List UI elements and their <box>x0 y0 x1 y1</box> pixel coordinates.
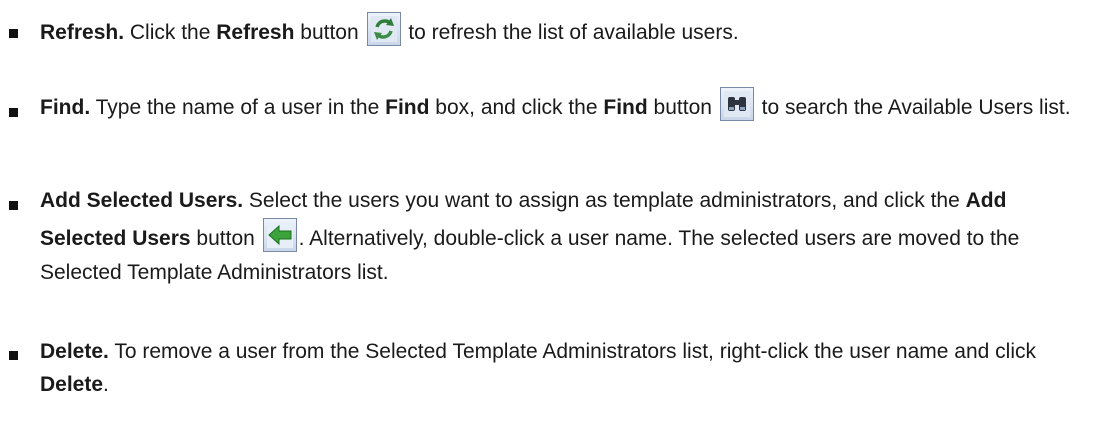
bullet-marker <box>9 108 18 117</box>
bullet-marker <box>9 351 18 360</box>
bullet-delete-text: Delete. To remove a user from the Select… <box>40 340 1036 396</box>
refresh-icon[interactable] <box>366 12 401 46</box>
bullet-add-selected-users-text: Add Selected Users. Select the users you… <box>40 189 1020 284</box>
term-find: Find. <box>40 96 91 119</box>
term-refresh: Refresh. <box>40 21 125 44</box>
add-arrow-icon[interactable] <box>262 218 297 252</box>
term-add-selected-users: Add Selected Users. <box>40 189 244 212</box>
binoculars-icon[interactable] <box>719 87 754 121</box>
bullet-refresh-text: Refresh. Click the Refresh button to ref… <box>40 12 1088 49</box>
bullet-marker <box>9 29 18 38</box>
help-document: Refresh. Click the Refresh button to ref… <box>0 0 1097 436</box>
bullet-find-text: Find. Type the name of a user in the Fin… <box>40 87 1088 124</box>
bullet-marker <box>9 201 18 210</box>
term-delete: Delete. <box>40 340 109 363</box>
